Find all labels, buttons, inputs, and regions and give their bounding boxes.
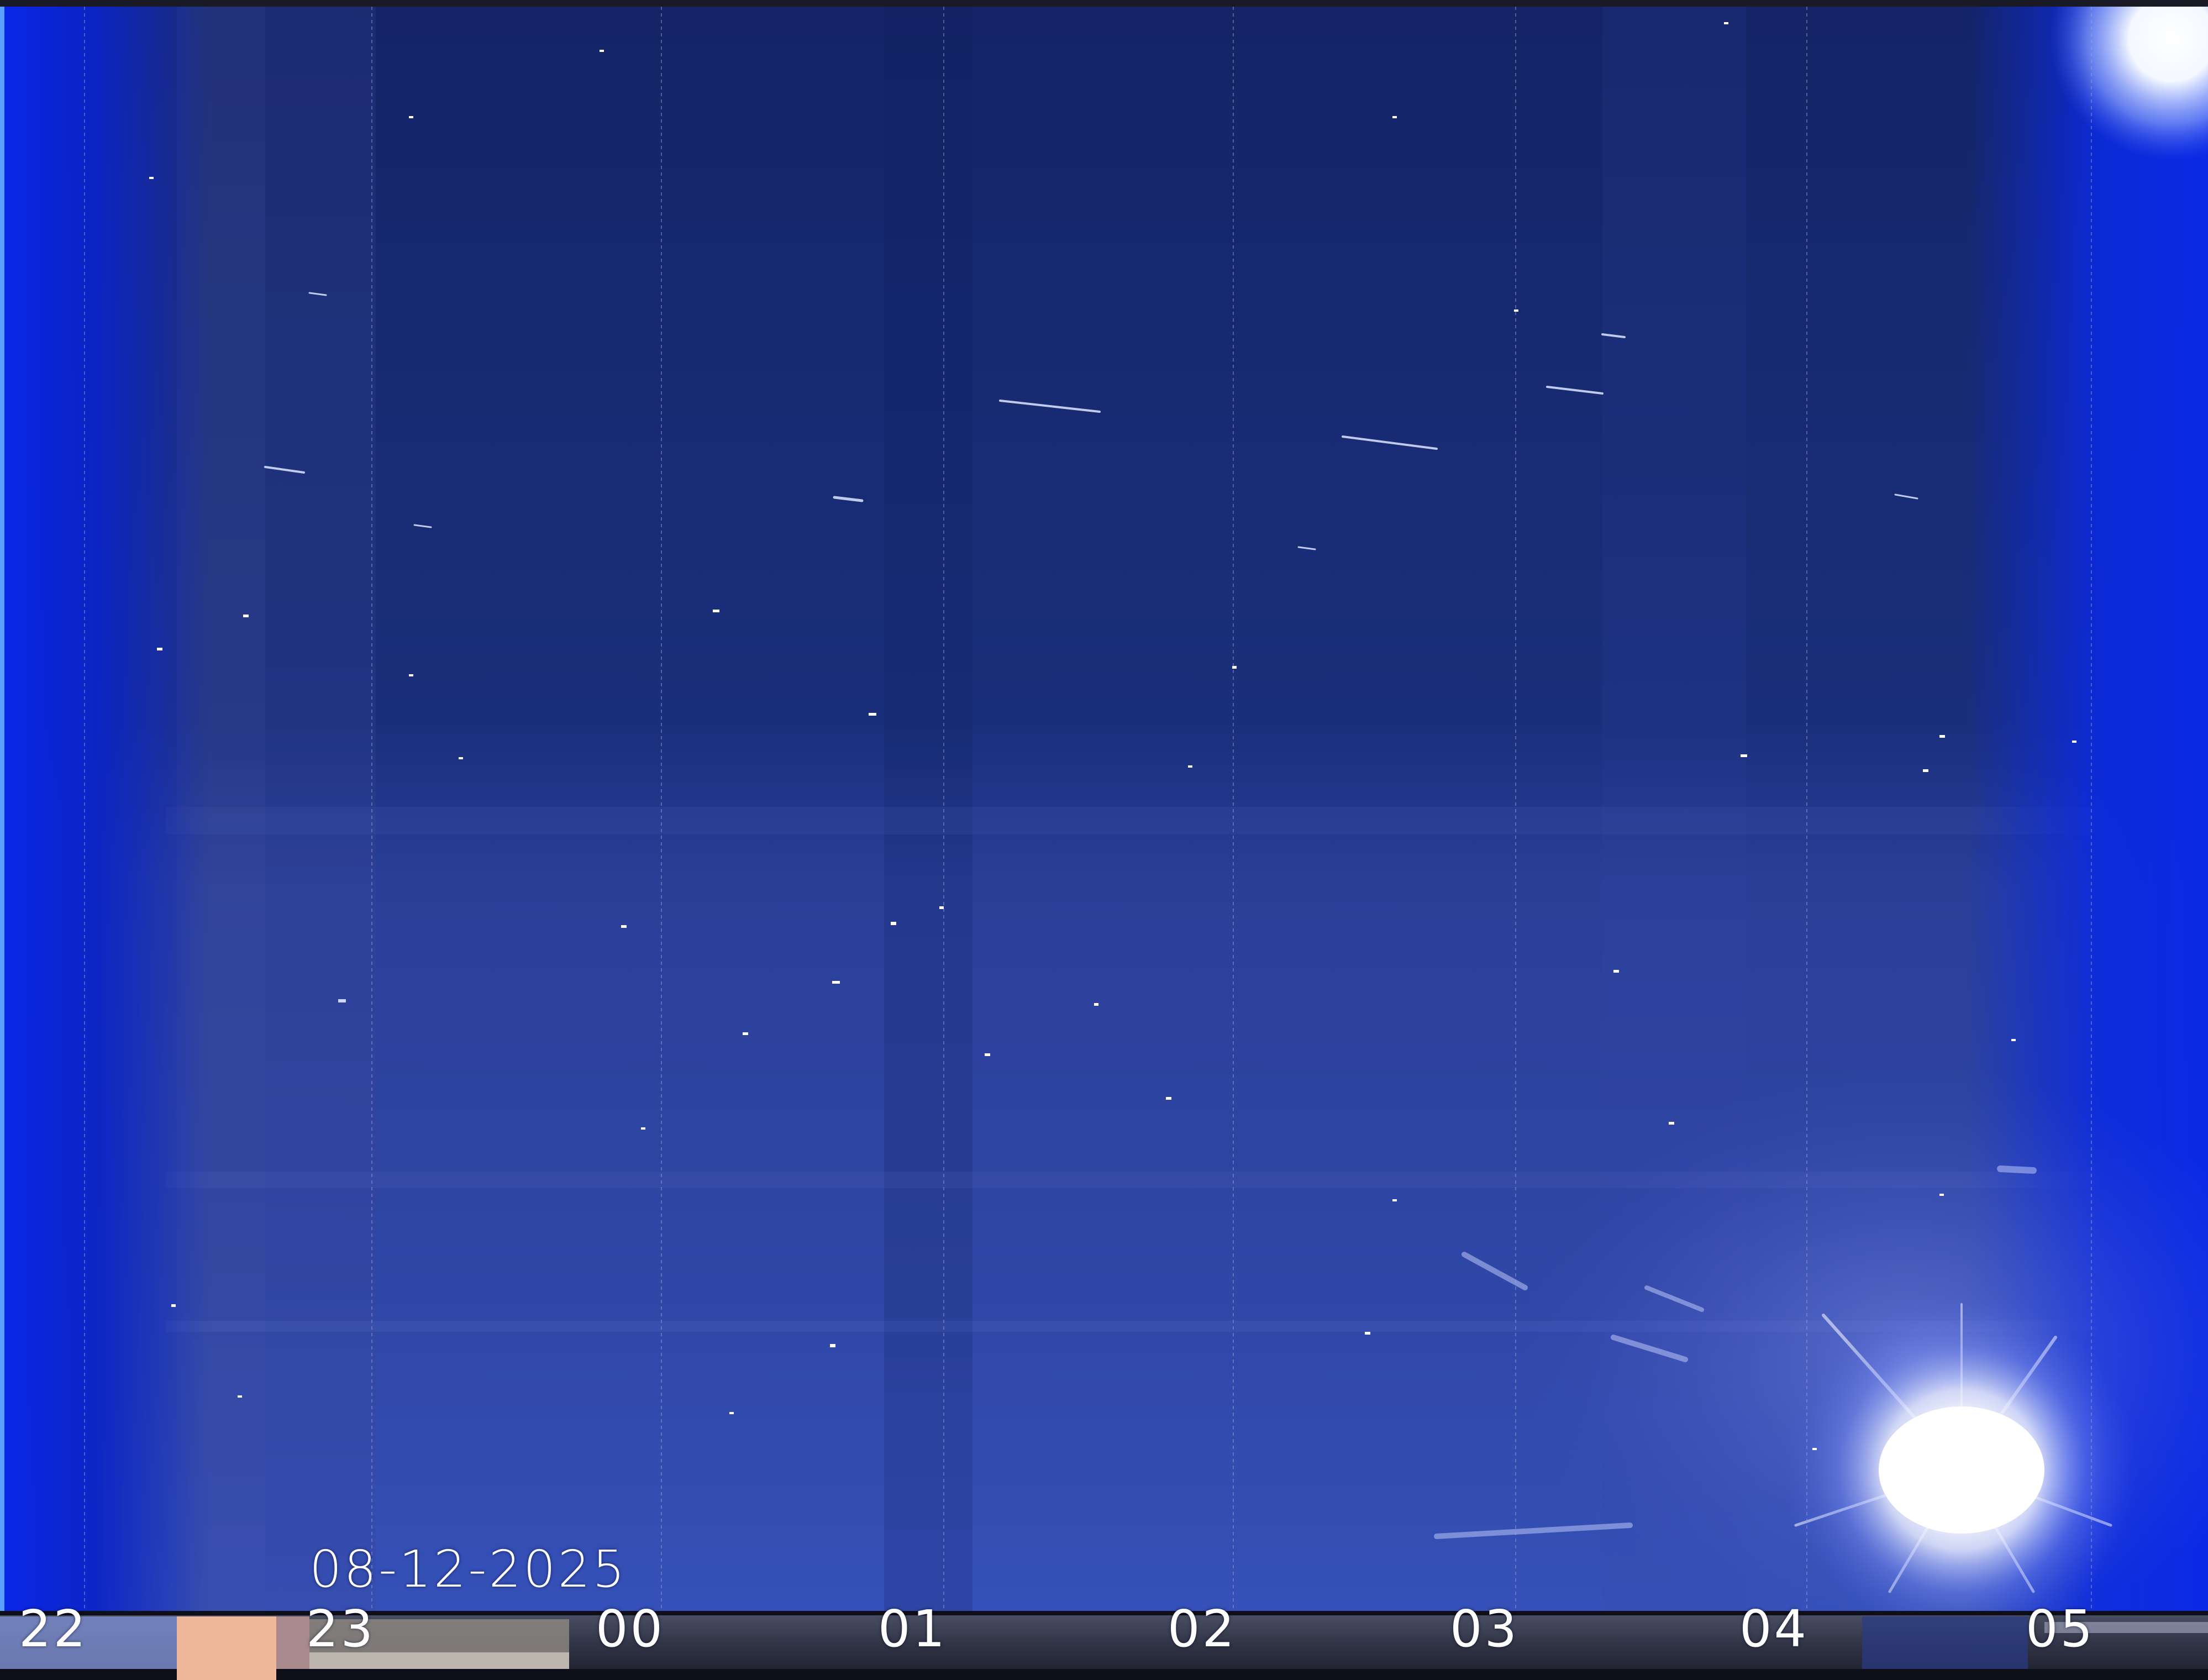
hour-label-04: 04 (1739, 1599, 1809, 1658)
hour-label-01: 01 (878, 1599, 948, 1658)
hour-label-22: 22 (19, 1599, 88, 1658)
hour-label-02: 02 (1168, 1599, 1237, 1658)
hour-label-00: 00 (596, 1599, 665, 1658)
hour-label-03: 03 (1450, 1599, 1520, 1658)
date-label: 08-12-2025 (309, 1540, 627, 1599)
keogram-image: 08-12-2025 22 23 00 01 02 03 04 05 (0, 0, 2208, 1680)
hour-label-23: 23 (306, 1599, 376, 1658)
hour-label-05: 05 (2026, 1599, 2095, 1658)
sky-canvas (0, 0, 2208, 1680)
